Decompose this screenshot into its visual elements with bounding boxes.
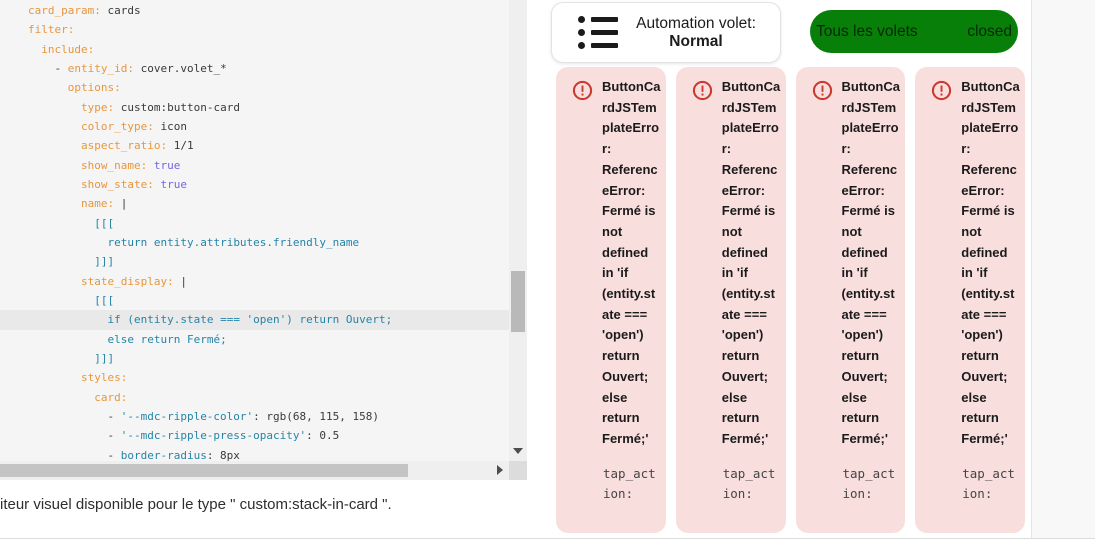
automation-volet-value: Normal bbox=[669, 32, 723, 50]
vertical-scrollbar-thumb[interactable] bbox=[511, 271, 525, 332]
code-line[interactable]: styles: bbox=[0, 368, 509, 387]
code-line[interactable]: else return Fermé; bbox=[0, 330, 509, 349]
error-card: ButtonCardJSTemplateError: ReferenceErro… bbox=[915, 67, 1025, 533]
code-line[interactable]: - entity_id: cover.volet_* bbox=[0, 59, 509, 78]
preview-scroll-area bbox=[1031, 0, 1095, 538]
code-line[interactable]: ]]] bbox=[0, 252, 509, 271]
code-line[interactable]: [[[ bbox=[0, 214, 509, 233]
automation-volet-card[interactable]: Automation volet: Normal bbox=[551, 2, 781, 63]
tous-les-volets-button[interactable]: Tous les volets closed bbox=[810, 10, 1018, 53]
scrollbar-corner bbox=[509, 461, 527, 480]
error-cards-row: ButtonCardJSTemplateError: ReferenceErro… bbox=[556, 67, 1025, 533]
scroll-down-icon[interactable] bbox=[513, 448, 523, 454]
code-line[interactable]: card: bbox=[0, 388, 509, 407]
yaml-code[interactable]: card_param: cards filter: include: - enti… bbox=[0, 0, 509, 462]
error-message: ButtonCardJSTemplateError: ReferenceErro… bbox=[721, 79, 781, 446]
error-card: ButtonCardJSTemplateError: ReferenceErro… bbox=[556, 67, 666, 533]
code-line[interactable]: name: | bbox=[0, 194, 509, 213]
horizontal-scrollbar-thumb[interactable] bbox=[0, 464, 408, 477]
code-line[interactable]: - '--mdc-ripple-press-opacity': 0.5 bbox=[0, 426, 509, 445]
alert-circle-icon bbox=[572, 80, 593, 101]
yaml-editor[interactable]: card_param: cards filter: include: - enti… bbox=[0, 0, 527, 480]
code-line[interactable]: show_name: true bbox=[0, 156, 509, 175]
alert-circle-icon bbox=[812, 80, 832, 101]
error-code: tap_action: bbox=[962, 465, 1015, 502]
code-line[interactable]: - border-radius: 8px bbox=[0, 446, 509, 462]
code-line[interactable]: options: bbox=[0, 78, 509, 97]
code-line[interactable]: type: custom:button-card bbox=[0, 98, 509, 117]
scroll-right-icon[interactable] bbox=[497, 465, 503, 475]
code-line[interactable]: show_state: true bbox=[0, 175, 509, 194]
code-line[interactable]: color_type: icon bbox=[0, 117, 509, 136]
error-card: ButtonCardJSTemplateError: ReferenceErro… bbox=[675, 67, 786, 533]
error-code: tap_action: bbox=[842, 465, 896, 502]
no-visual-editor-text: iteur visuel disponible pour le type " c… bbox=[0, 496, 392, 513]
divider bbox=[0, 538, 1095, 539]
alert-circle-icon bbox=[932, 80, 952, 101]
error-message: ButtonCardJSTemplateError: ReferenceErro… bbox=[602, 79, 661, 446]
code-line[interactable]: return entity.attributes.friendly_name bbox=[0, 233, 509, 252]
code-line[interactable]: [[[ bbox=[0, 291, 509, 310]
editor-vertical-scrollbar[interactable] bbox=[509, 0, 527, 461]
pill-label: Tous les volets bbox=[816, 22, 918, 40]
code-line[interactable]: filter: bbox=[0, 20, 509, 39]
automation-volet-label: Automation volet: bbox=[636, 14, 756, 32]
error-card: ButtonCardJSTemplateError: ReferenceErro… bbox=[795, 67, 906, 533]
code-line[interactable]: aspect_ratio: 1/1 bbox=[0, 136, 509, 155]
code-line[interactable]: card_param: cards bbox=[0, 1, 509, 20]
error-message: ButtonCardJSTemplateError: ReferenceErro… bbox=[841, 79, 901, 446]
error-message: ButtonCardJSTemplateError: ReferenceErro… bbox=[961, 79, 1020, 446]
code-line[interactable]: state_display: | bbox=[0, 272, 509, 291]
code-line[interactable]: include: bbox=[0, 40, 509, 59]
alert-circle-icon bbox=[692, 80, 712, 101]
error-code: tap_action: bbox=[722, 465, 776, 502]
code-line[interactable]: if (entity.state === 'open') return Ouve… bbox=[0, 310, 509, 330]
editor-horizontal-scrollbar[interactable] bbox=[0, 461, 509, 480]
pill-state: closed bbox=[967, 22, 1012, 40]
error-code: tap_action: bbox=[603, 465, 656, 502]
code-line[interactable]: ]]] bbox=[0, 349, 509, 368]
format-list-bulleted-icon bbox=[578, 16, 618, 49]
code-line[interactable]: - '--mdc-ripple-color': rgb(68, 115, 158… bbox=[0, 407, 509, 426]
